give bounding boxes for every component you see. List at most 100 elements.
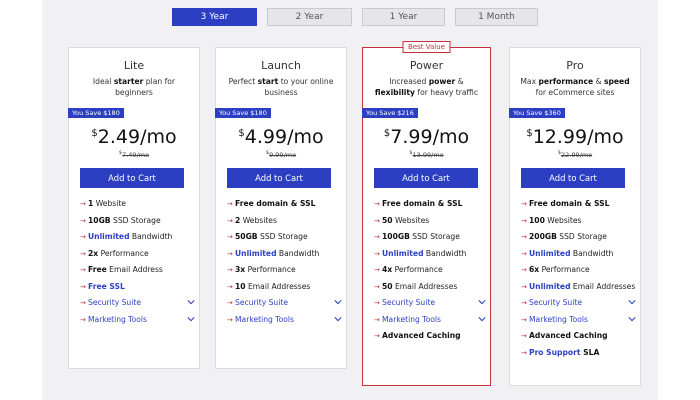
feature-text: Unlimited Bandwidth [235,249,319,259]
feature-expander[interactable]: → Security Suite [80,298,195,308]
text-span: Websites [544,215,582,225]
text-span: Website [93,199,126,208]
text-span: for heavy traffic [415,88,479,97]
arrow-right-icon: → [521,315,527,324]
arrow-right-icon: → [80,315,86,324]
feature-item: → Free domain & SSL [521,199,636,209]
tab-1-year[interactable]: 1 Year [362,8,445,26]
plan-name: Launch [261,59,301,72]
savings-ribbon: You Save $180 [68,108,124,118]
bold-text: Advanced Caching [382,331,461,340]
add-to-cart-button[interactable]: Add to Cart [521,168,625,188]
text-span: & [593,77,604,86]
bold-text: Advanced Caching [529,331,608,340]
add-to-cart-button[interactable]: Add to Cart [80,168,184,188]
feature-text: Security Suite [529,298,626,308]
chevron-down-icon[interactable] [185,298,195,308]
feature-item: → Free Email Address [80,265,195,275]
arrow-right-icon: → [80,282,86,291]
bold-text: 100GB [382,232,410,241]
feature-expander[interactable]: → Marketing Tools [521,315,636,325]
feature-item: → 10 Email Addresses [227,282,342,292]
text-span: Marketing Tools [382,314,441,324]
feature-item: → Unlimited Bandwidth [80,232,195,242]
highlight-text: Free SSL [88,281,125,291]
page-margin-left [0,0,42,400]
feature-text: 100 Websites [529,216,582,226]
feature-list: → 1 Website → 10GB SSD Storage → Unlimited Ba… [80,199,195,331]
original-price: $13.99/mo [363,150,490,159]
bold-text: 3x [235,265,246,274]
text-span: Websites [240,215,277,225]
feature-list: → Free domain & SSL → 50 Websites → 100GB SSD… [374,199,486,348]
feature-expander[interactable]: → Security Suite [374,298,486,308]
feature-text: Advanced Caching [382,331,461,341]
text-span: SSD Storage [556,232,607,241]
feature-item: → 6x Performance [521,265,636,275]
text-span: & [455,77,464,86]
feature-text: Security Suite [382,298,476,308]
feature-text: Pro Support SLA [529,348,599,358]
chevron-down-icon[interactable] [185,315,195,325]
bold-text: 200GB [529,232,557,241]
price-amount: 4.99/mo [244,126,324,148]
feature-expander[interactable]: → Marketing Tools [80,315,195,325]
feature-text: Free domain & SSL [382,199,462,209]
original-price: $7.49/mo [69,150,199,159]
currency-symbol: $ [526,128,533,139]
arrow-right-icon: → [374,200,380,208]
feature-expander[interactable]: → Marketing Tools [227,315,342,325]
chevron-down-icon[interactable] [476,298,486,308]
feature-text: Unlimited Bandwidth [529,249,613,259]
feature-item: → Unlimited Bandwidth [227,249,342,259]
chevron-down-icon[interactable] [626,315,636,325]
tab-2-year[interactable]: 2 Year [267,8,352,26]
feature-expander[interactable]: → Security Suite [521,298,636,308]
feature-item: → 50 Email Addresses [374,282,486,292]
arrow-right-icon: → [521,332,527,340]
original-price: $22.99/mo [510,150,640,159]
feature-text: 50 Email Addresses [382,282,457,292]
tab-3-year[interactable]: 3 Year [172,8,257,26]
plan-card-launch: Launch Perfect start to your online busin… [215,47,347,369]
old-price-amount: 7.49/mo [122,151,150,160]
feature-expander[interactable]: → Marketing Tools [374,315,486,325]
feature-item: → Free domain & SSL [227,199,342,209]
feature-expander[interactable]: → Security Suite [227,298,342,308]
highlight-text: Unlimited [88,232,130,241]
bold-text: 50GB [235,232,258,241]
feature-text: Marketing Tools [529,315,626,325]
text-span: Increased [389,77,429,86]
plan-card-power: Best Value Power Increased power & flexibi… [362,41,491,386]
bold-text: Free domain & SSL [529,199,610,208]
savings-ribbon: You Save $180 [215,108,271,118]
add-to-cart-button[interactable]: Add to Cart [227,168,331,188]
arrow-right-icon: → [374,282,380,291]
chevron-down-icon[interactable] [332,315,342,325]
tab-1-month[interactable]: 1 Month [455,8,538,26]
plan-tagline: Perfect start to your online business [224,76,338,98]
plan-price: $12.99/mo [510,128,640,147]
arrow-right-icon: → [80,299,86,307]
best-value-badge: Best Value [402,41,451,53]
arrow-right-icon: → [521,348,527,357]
feature-item: → 4x Performance [374,265,486,275]
feature-item: → 100 Websites [521,216,636,226]
feature-item: → Unlimited Bandwidth [374,249,486,259]
feature-text: 10GB SSD Storage [88,216,161,226]
add-to-cart-button[interactable]: Add to Cart [374,168,478,188]
feature-item: → 10GB SSD Storage [80,216,195,226]
arrow-right-icon: → [374,233,380,241]
arrow-right-icon: → [80,216,86,225]
arrow-right-icon: → [227,282,233,291]
text-span: Performance [245,265,296,274]
feature-text: 6x Performance [529,265,590,275]
chevron-down-icon[interactable] [476,315,486,325]
feature-text: 200GB SSD Storage [529,232,607,242]
chevron-down-icon[interactable] [332,298,342,308]
feature-item: → 100GB SSD Storage [374,232,486,242]
feature-item: → 3x Performance [227,265,342,275]
currency-symbol: $ [91,128,98,139]
chevron-down-icon[interactable] [626,298,636,308]
arrow-right-icon: → [80,233,86,241]
